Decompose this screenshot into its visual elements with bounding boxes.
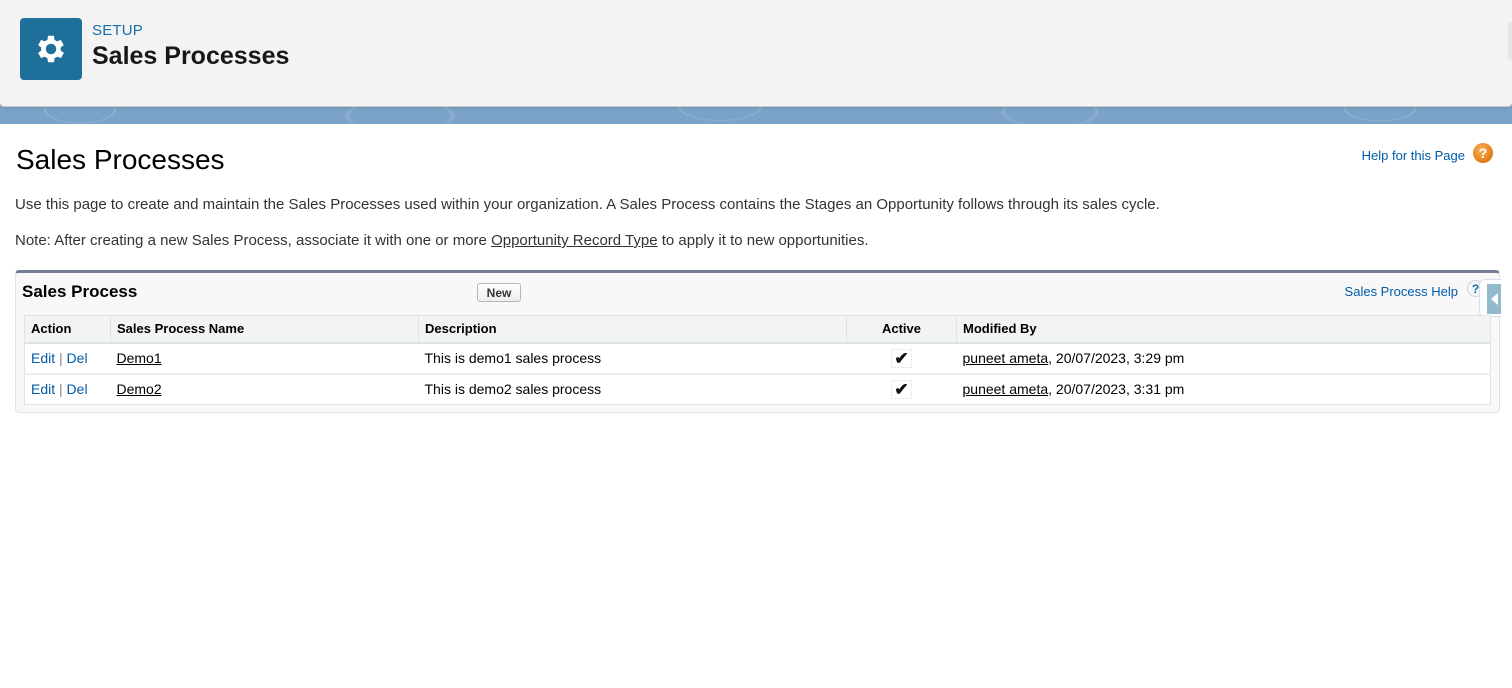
modified-date: , 20/07/2023, 3:31 pm [1048,381,1185,398]
modified-by-user-link[interactable]: puneet ameta [963,350,1049,366]
help-icon[interactable]: ? [1473,143,1493,163]
sidebar-toggle[interactable] [1479,279,1501,317]
active-cell: ✔ [846,342,957,375]
help-for-this-page-link[interactable]: Help for this Page [1362,148,1465,163]
sales-process-table: Action Sales Process Name Description Ac… [24,315,1491,405]
opportunity-record-type-link[interactable]: Opportunity Record Type [491,232,657,249]
column-header-name: Sales Process Name [110,315,419,344]
chevron-left-icon [1490,293,1498,305]
action-separator: | [59,350,63,366]
sales-process-panel: Sales Process New Sales Process Help ? A… [15,270,1501,413]
sidebar-toggle-handle[interactable] [1487,284,1501,314]
action-cell: Edit | Del [25,374,111,405]
sales-process-name-link[interactable]: Demo1 [117,350,162,366]
column-header-active: Active [846,315,957,344]
modified-date: , 20/07/2023, 3:29 pm [1048,350,1185,366]
header-scroll-edge [1508,22,1512,60]
modified-by-user-link[interactable]: puneet ameta [963,381,1049,397]
active-cell: ✔ [847,374,957,405]
panel-title: Sales Process [22,282,138,301]
action-separator: | [59,381,63,398]
modified-by-cell: puneet ameta, 20/07/2023, 3:29 pm [956,342,1491,375]
setup-gear-icon-tile [20,18,82,80]
description-cell: This is demo2 sales process [424,381,602,398]
table-header-row: Action Sales Process Name Description Ac… [24,315,1491,344]
new-button[interactable]: New [477,283,521,302]
sales-process-help-link[interactable]: Sales Process Help [1345,284,1458,299]
name-cell: Demo1 [110,342,419,375]
edit-link[interactable]: Edit [31,381,55,397]
note-prefix: Note: After creating a new Sales Process… [15,232,492,249]
column-header-modified-by: Modified By [956,315,1491,344]
note-suffix: to apply it to new opportunities. [657,232,869,249]
table-row: Edit | Del Demo2 This is demo2 sales pro… [25,374,1491,405]
edit-link[interactable]: Edit [31,350,55,366]
page-note: Note: After creating a new Sales Process… [15,232,869,249]
gear-icon [38,35,64,63]
delete-link[interactable]: Del [67,350,88,366]
main-content: Sales Processes Help for this Page ? Use… [0,124,1512,688]
sales-process-name-link[interactable]: Demo2 [117,381,162,397]
delete-link[interactable]: Del [67,381,88,397]
page-description: Use this page to create and maintain the… [15,196,1160,213]
page-header: SETUP Sales Processes [0,0,1512,107]
column-header-action: Action [24,315,111,344]
checkmark-icon: ✔ [891,379,912,399]
modified-by-cell: puneet ameta, 20/07/2023, 3:31 pm [957,374,1491,405]
action-cell: Edit | Del [24,342,111,375]
breadcrumb-setup[interactable]: SETUP [92,22,143,39]
checkmark-icon: ✔ [891,348,912,368]
description-cell: This is demo1 sales process [418,342,847,375]
header-title: Sales Processes [92,42,290,70]
table-row: Edit | Del Demo1 This is demo1 sales pro… [24,342,1491,375]
page-title: Sales Processes [16,144,225,175]
name-cell: Demo2 [111,374,419,405]
column-header-description: Description [418,315,847,344]
